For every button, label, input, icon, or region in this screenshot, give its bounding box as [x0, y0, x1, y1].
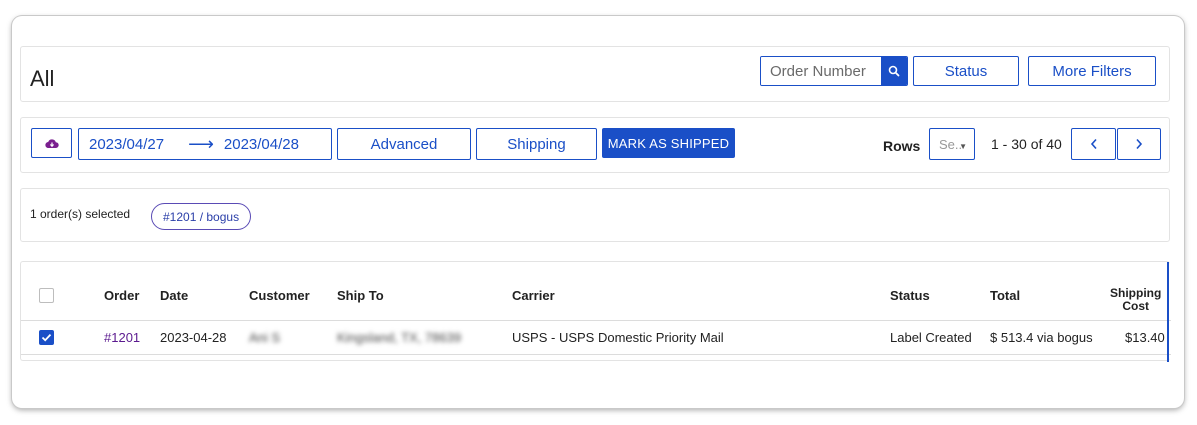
header-divider	[21, 320, 1171, 321]
horizontal-scroll-indicator[interactable]	[1167, 262, 1169, 362]
date-range-picker[interactable]: 2023/04/27 ⟶ 2023/04/28	[78, 128, 332, 160]
chevron-left-icon	[1090, 138, 1097, 150]
filter-header-panel: All Status More Filters	[20, 46, 1170, 102]
column-header-order[interactable]: Order	[104, 288, 139, 303]
more-filters-button[interactable]: More Filters	[1028, 56, 1156, 86]
shipping-cost-header-line2: Cost	[1122, 299, 1149, 313]
order-link[interactable]: #1201	[104, 330, 140, 345]
previous-page-button[interactable]	[1071, 128, 1116, 160]
ship-to-address: Kingsland, TX, 78639	[337, 330, 462, 345]
order-search	[760, 56, 908, 86]
date-from[interactable]: 2023/04/27	[89, 136, 164, 153]
checkmark-icon	[41, 333, 52, 342]
pagination-info: 1 - 30 of 40	[991, 136, 1062, 152]
order-total: $ 513.4 via bogus	[990, 330, 1093, 345]
column-header-ship-to[interactable]: Ship To	[337, 288, 384, 303]
column-header-shipping-cost[interactable]: Shipping Cost	[1110, 287, 1161, 313]
row-checkbox[interactable]	[39, 330, 54, 345]
rows-label: Rows	[883, 138, 921, 154]
advanced-button[interactable]: Advanced	[337, 128, 471, 160]
orders-table: Order Date Customer Ship To Carrier Stat…	[20, 261, 1171, 362]
carrier-name: USPS - USPS Domestic Priority Mail	[512, 330, 724, 345]
rows-per-page-select[interactable]: Se.. ▼	[929, 128, 975, 160]
cloud-download-icon	[44, 138, 59, 148]
caret-down-icon: ▼	[959, 142, 967, 151]
shipping-cost: $13.40	[1125, 330, 1165, 345]
search-icon	[888, 65, 900, 77]
app-window: All Status More Filters 2023/04/27 ⟶ 202…	[12, 16, 1184, 408]
order-status: Label Created	[890, 330, 972, 345]
order-date: 2023-04-28	[160, 330, 227, 345]
column-header-date[interactable]: Date	[160, 288, 188, 303]
selection-count: 1 order(s) selected	[30, 207, 131, 221]
column-header-carrier[interactable]: Carrier	[512, 288, 555, 303]
page-title: All	[30, 66, 55, 91]
search-button[interactable]	[881, 57, 907, 85]
chevron-right-icon	[1136, 138, 1143, 150]
selection-panel: 1 order(s) selected #1201 / bogus	[20, 188, 1170, 242]
column-header-customer[interactable]: Customer	[249, 288, 310, 303]
arrow-right-icon: ⟶	[188, 133, 214, 154]
customer-name: Ani S	[249, 330, 281, 345]
column-header-status[interactable]: Status	[890, 288, 930, 303]
order-number-input[interactable]	[761, 57, 881, 85]
toolbar-panel: 2023/04/27 ⟶ 2023/04/28 Advanced Shippin…	[20, 117, 1170, 173]
selected-order-chip[interactable]: #1201 / bogus	[151, 203, 252, 230]
column-header-total[interactable]: Total	[990, 288, 1020, 303]
status-filter-button[interactable]: Status	[913, 56, 1019, 86]
date-to[interactable]: 2023/04/28	[224, 136, 299, 153]
mark-as-shipped-button[interactable]: MARK AS SHIPPED	[602, 128, 735, 158]
select-all-checkbox[interactable]	[39, 288, 54, 303]
row-divider	[21, 354, 1171, 355]
download-button[interactable]	[31, 128, 72, 158]
shipping-button[interactable]: Shipping	[476, 128, 597, 160]
next-page-button[interactable]	[1117, 128, 1161, 160]
